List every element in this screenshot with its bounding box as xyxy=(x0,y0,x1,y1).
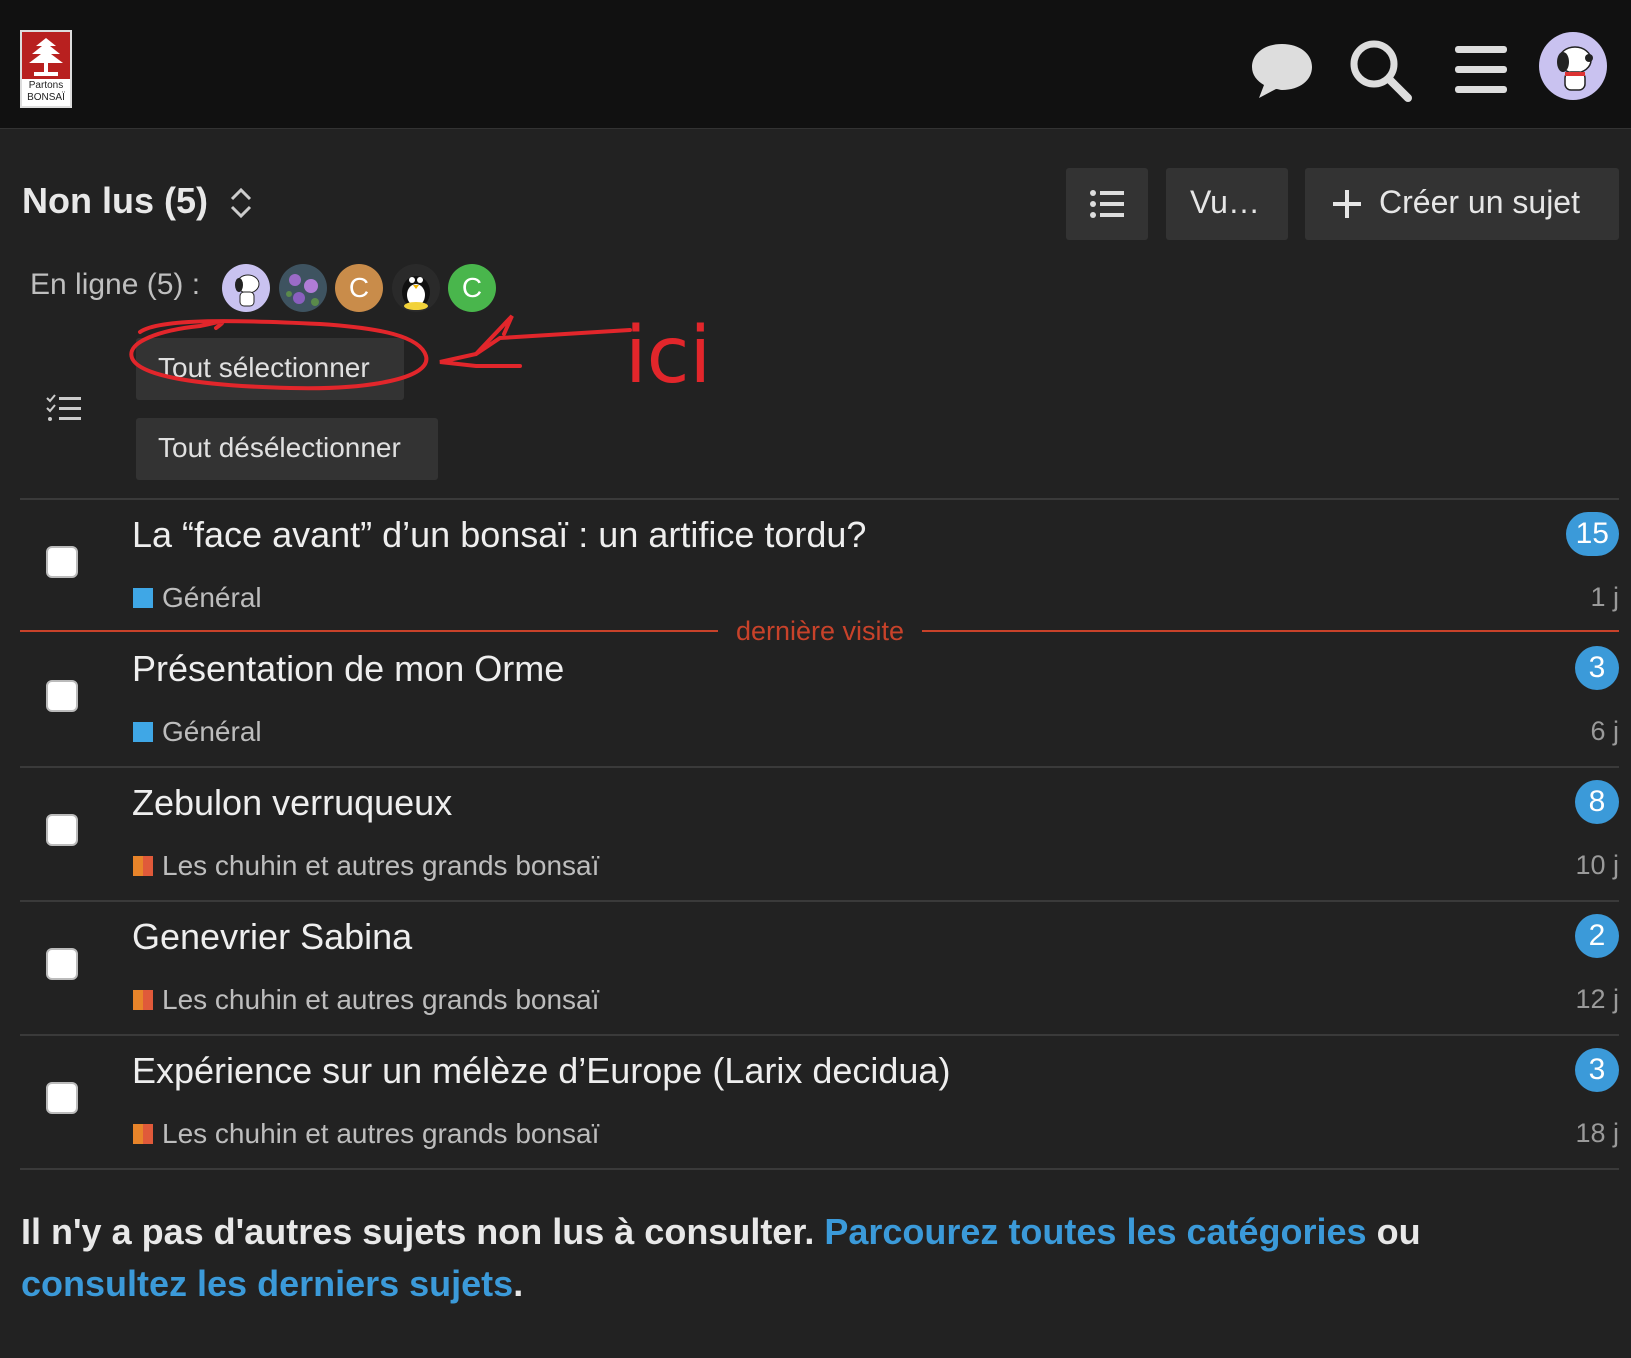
no-more-topics-message: Il n'y a pas d'autres sujets non lus à c… xyxy=(21,1206,1581,1310)
topic-category-link[interactable]: Les chuhin et autres grands bonsaï xyxy=(162,1118,599,1150)
user-avatar[interactable] xyxy=(1539,32,1607,100)
sort-chevron-icon[interactable] xyxy=(228,186,254,225)
last-visit-divider-left xyxy=(20,630,718,632)
create-topic-button[interactable]: Créer un sujet xyxy=(1305,168,1619,240)
hamburger-menu-icon[interactable] xyxy=(1449,38,1513,102)
category-color-badge xyxy=(133,588,153,608)
category-color-badge xyxy=(133,990,153,1010)
topic-row[interactable]: Zebulon verruqueux Les chuhin et autres … xyxy=(20,768,1619,900)
topic-category-link[interactable]: Général xyxy=(162,582,262,614)
latest-topics-link[interactable]: consultez les derniers sujets xyxy=(21,1263,513,1304)
topic-checkbox[interactable] xyxy=(46,948,78,980)
logo-text-line1: Partons xyxy=(28,80,64,91)
footer-text-after: . xyxy=(513,1263,524,1304)
category-color-badge xyxy=(133,1124,153,1144)
unread-count-badge[interactable]: 3 xyxy=(1575,1048,1619,1092)
topic-activity-age[interactable]: 18 j xyxy=(1539,1118,1619,1149)
handwritten-annotation: ici xyxy=(129,311,711,401)
topic-title-link[interactable]: Expérience sur un mélèze d’Europe (Larix… xyxy=(132,1050,950,1092)
page-title[interactable]: Non lus (5) xyxy=(22,180,208,222)
topic-category-link[interactable]: Général xyxy=(162,716,262,748)
topic-checkbox[interactable] xyxy=(46,680,78,712)
category-color-badge xyxy=(133,856,153,876)
list-icon xyxy=(1090,190,1124,218)
last-visit-divider-right xyxy=(922,630,1619,632)
chat-icon[interactable] xyxy=(1250,38,1314,102)
topic-category-link[interactable]: Les chuhin et autres grands bonsaï xyxy=(162,850,599,882)
unread-count-badge[interactable]: 15 xyxy=(1565,512,1619,556)
topic-row[interactable]: La “face avant” d’un bonsaï : un artific… xyxy=(20,500,1619,632)
topic-title-link[interactable]: Genevrier Sabina xyxy=(132,916,412,958)
bonsai-tree-icon xyxy=(29,38,63,76)
topic-row[interactable]: Genevrier Sabina Les chuhin et autres gr… xyxy=(20,902,1619,1034)
plus-icon xyxy=(1333,190,1361,218)
unread-count-badge[interactable]: 2 xyxy=(1575,914,1619,958)
deselect-all-label: Tout désélectionner xyxy=(158,432,401,463)
topic-activity-age[interactable]: 1 j xyxy=(1539,582,1619,613)
topic-title-link[interactable]: Zebulon verruqueux xyxy=(132,782,452,824)
topic-title-link[interactable]: Présentation de mon Orme xyxy=(132,648,564,690)
list-separator xyxy=(20,1168,1619,1170)
category-color-badge xyxy=(133,722,153,742)
topic-row[interactable]: Expérience sur un mélèze d’Europe (Larix… xyxy=(20,1036,1619,1168)
browse-categories-link[interactable]: Parcourez toutes les catégories xyxy=(824,1211,1366,1252)
topic-checkbox[interactable] xyxy=(46,1082,78,1114)
topic-title-link[interactable]: La “face avant” d’un bonsaï : un artific… xyxy=(132,514,866,556)
topic-activity-age[interactable]: 10 j xyxy=(1539,850,1619,881)
annotation-text: ici xyxy=(625,311,711,401)
bulk-select-toggle-button[interactable] xyxy=(1066,168,1148,240)
topic-activity-age[interactable]: 6 j xyxy=(1539,716,1619,747)
unread-count-badge[interactable]: 3 xyxy=(1575,646,1619,690)
site-header: Partons BONSAÏ xyxy=(0,0,1631,129)
site-logo[interactable]: Partons BONSAÏ xyxy=(20,30,72,108)
views-button[interactable]: Vu… xyxy=(1166,168,1288,240)
logo-text: Partons BONSAÏ xyxy=(22,79,70,106)
logo-text-line2: BONSAÏ xyxy=(27,92,65,103)
views-button-label: Vu… xyxy=(1190,184,1260,220)
bulk-select-icon[interactable] xyxy=(46,394,82,429)
create-topic-label: Créer un sujet xyxy=(1379,184,1580,220)
unread-count-badge[interactable]: 8 xyxy=(1575,780,1619,824)
topic-row[interactable]: Présentation de mon Orme Général 3 6 j xyxy=(20,634,1619,766)
search-icon[interactable] xyxy=(1348,38,1412,102)
snoopy-icon xyxy=(1557,46,1593,91)
topic-checkbox[interactable] xyxy=(46,814,78,846)
footer-text-before: Il n'y a pas d'autres sujets non lus à c… xyxy=(21,1211,825,1252)
topic-activity-age[interactable]: 12 j xyxy=(1539,984,1619,1015)
footer-text-middle: ou xyxy=(1366,1211,1421,1252)
topic-category-link[interactable]: Les chuhin et autres grands bonsaï xyxy=(162,984,599,1016)
topic-checkbox[interactable] xyxy=(46,546,78,578)
